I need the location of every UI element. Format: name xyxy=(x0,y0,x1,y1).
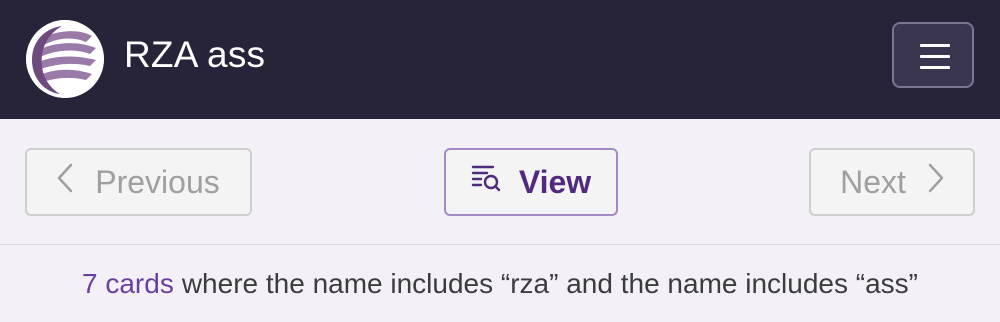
top-navbar: RZA ass xyxy=(0,0,1000,119)
next-label: Next xyxy=(840,163,906,200)
search-description: where the name includes “rza” and the na… xyxy=(181,268,918,299)
previous-label: Previous xyxy=(95,163,220,200)
chevron-right-icon xyxy=(928,163,944,202)
next-button[interactable]: Next xyxy=(809,148,975,216)
previous-button[interactable]: Previous xyxy=(25,148,252,216)
card-count-link[interactable]: 7 cards xyxy=(82,268,174,300)
menu-toggle-button[interactable] xyxy=(892,22,974,88)
site-title: RZA ass xyxy=(124,34,266,75)
view-button[interactable]: View xyxy=(444,148,618,216)
hamburger-menu-icon-line xyxy=(920,66,950,69)
hamburger-menu-icon-line xyxy=(920,55,950,58)
pagination-bar: Previous View Next xyxy=(0,119,1000,245)
view-label: View xyxy=(518,163,592,200)
hamburger-menu-icon xyxy=(920,44,950,47)
scryfall-logo-icon[interactable] xyxy=(26,20,104,98)
list-search-icon xyxy=(471,163,519,201)
search-summary: 7 cards where the name includes “rza” an… xyxy=(0,246,1000,322)
chevron-left-icon xyxy=(57,163,73,202)
